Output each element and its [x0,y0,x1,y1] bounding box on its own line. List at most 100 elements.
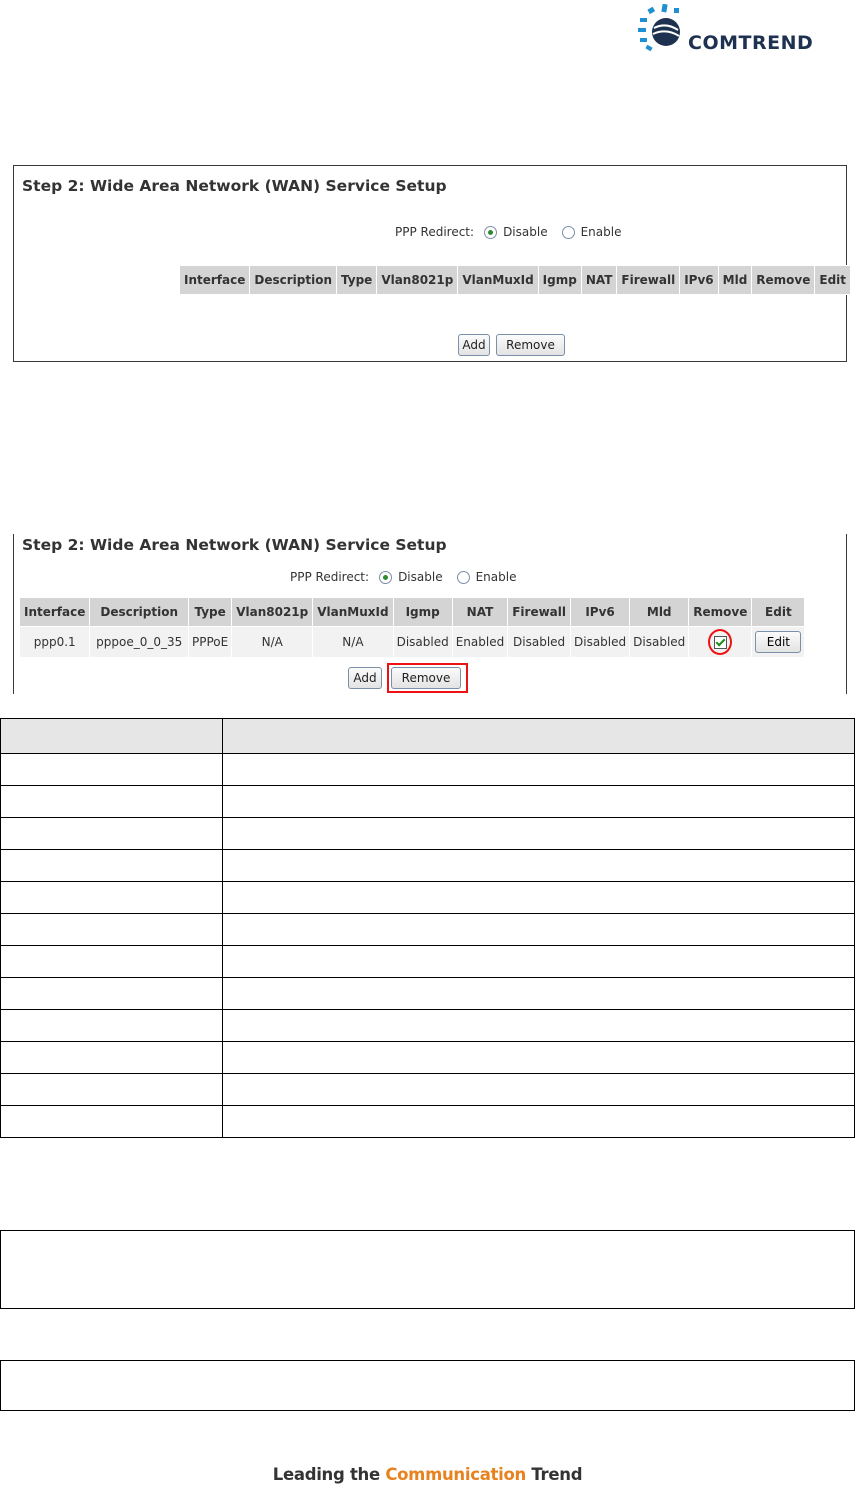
col-type: Type [187,597,233,627]
ppp-redirect-group: PPP Redirect: Disable Enable [290,570,530,584]
table-cell [0,849,223,882]
table-header-row [0,718,855,754]
table-cell [222,753,855,786]
table-cell [0,913,223,946]
table-row [0,1105,855,1138]
col-igmp: Igmp [537,265,582,295]
remove-checkbox[interactable] [713,636,727,649]
note-box [0,1230,855,1309]
enable-radio-label: Enable [475,570,517,584]
table-cell [0,1073,223,1106]
disable-radio[interactable] [379,570,393,584]
description-table [0,718,855,1138]
table-row [0,785,855,818]
ppp-redirect-label: PPP Redirect: [395,225,475,239]
footer-pre: Leading the [272,1465,386,1484]
table-cell [222,1009,855,1042]
table-row [0,881,855,914]
col-ipv6: IPv6 [679,265,719,295]
table-cell [0,753,223,786]
col-edit: Edit [814,265,852,295]
col-description: Description [89,597,189,627]
table-cell [0,785,223,818]
table-cell [222,977,855,1010]
cell-nat: Enabled [451,626,509,658]
col-edit: Edit [751,597,806,627]
col-remove: Remove [688,597,753,627]
col-type: Type [335,265,378,295]
edit-button[interactable]: Edit [755,631,802,653]
remove-button[interactable]: Remove [496,334,565,356]
enable-radio[interactable] [561,225,575,239]
wan-service-table: Interface Description Type Vlan8021p Vla… [18,597,806,658]
cell-type: PPPoE [187,626,233,658]
col-firewall: Firewall [507,597,571,627]
col-vlan8021p: Vlan8021p [376,265,459,295]
cell-edit: Edit [751,626,806,658]
table-cell [222,881,855,914]
table-cell [0,1009,223,1042]
remove-button[interactable]: Remove [391,667,461,689]
col-vlanmuxid: VlanMuxId [312,597,394,627]
col-vlanmuxid: VlanMuxId [457,265,539,295]
col-nat: NAT [580,265,618,295]
cell-ipv6: Disabled [569,626,631,658]
wan-setup-panel-empty: Step 2: Wide Area Network (WAN) Service … [13,165,852,362]
wan-setup-panel-filled: Step 2: Wide Area Network (WAN) Service … [13,534,847,694]
col-remove: Remove [751,265,816,295]
comtrend-logo: COMTREND [636,4,846,60]
enable-radio[interactable] [456,570,470,584]
table-cell [0,945,223,978]
table-row [0,753,855,786]
table-row [0,1041,855,1074]
cell-igmp: Disabled [392,626,453,658]
col-interface: Interface [178,265,251,295]
disable-radio-label: Disable [503,225,548,239]
note-box [0,1360,855,1411]
table-cell [222,913,855,946]
table-cell [0,1105,223,1138]
logo-text: COMTREND [688,32,814,54]
col-mld: Mld [717,265,753,295]
table-row [0,1073,855,1106]
enable-radio-label: Enable [580,225,622,239]
table-cell [0,718,223,754]
globe-logo-icon [638,4,680,52]
cell-vlanmuxid: N/A [312,626,394,658]
footer-post: Trend [525,1465,583,1484]
ppp-redirect-label: PPP Redirect: [290,570,370,584]
table-header-row: Interface Description Type Vlan8021p Vla… [178,265,852,295]
ppp-redirect-group: PPP Redirect: Disable Enable [395,225,635,239]
table-cell [222,718,855,754]
table-cell [222,1041,855,1074]
cell-vlan8021p: N/A [231,626,314,658]
add-button[interactable]: Add [348,667,382,689]
footer-tagline: Leading the Communication Trend [0,1465,855,1484]
highlight-circle [708,629,733,655]
table-cell [222,849,855,882]
col-description: Description [249,265,337,295]
disable-radio[interactable] [484,225,498,239]
table-row [0,977,855,1010]
col-igmp: Igmp [392,597,453,627]
panel-title: Step 2: Wide Area Network (WAN) Service … [22,536,447,554]
table-cell [222,785,855,818]
col-ipv6: IPv6 [569,597,631,627]
table-row: ppp0.1 pppoe_0_0_35 PPPoE N/A N/A Disabl… [18,626,806,658]
wan-service-table: Interface Description Type Vlan8021p Vla… [178,265,852,295]
table-cell [0,977,223,1010]
table-cell [222,1105,855,1138]
table-cell [222,1073,855,1106]
table-row [0,945,855,978]
table-row [0,817,855,850]
disable-radio-label: Disable [398,570,443,584]
table-row [0,849,855,882]
table-header-row: Interface Description Type Vlan8021p Vla… [18,597,806,627]
col-mld: Mld [629,597,690,627]
add-button[interactable]: Add [458,334,490,356]
col-vlan8021p: Vlan8021p [231,597,314,627]
cell-firewall: Disabled [507,626,571,658]
table-cell [0,881,223,914]
panel-title: Step 2: Wide Area Network (WAN) Service … [22,177,447,195]
cell-mld: Disabled [629,626,690,658]
